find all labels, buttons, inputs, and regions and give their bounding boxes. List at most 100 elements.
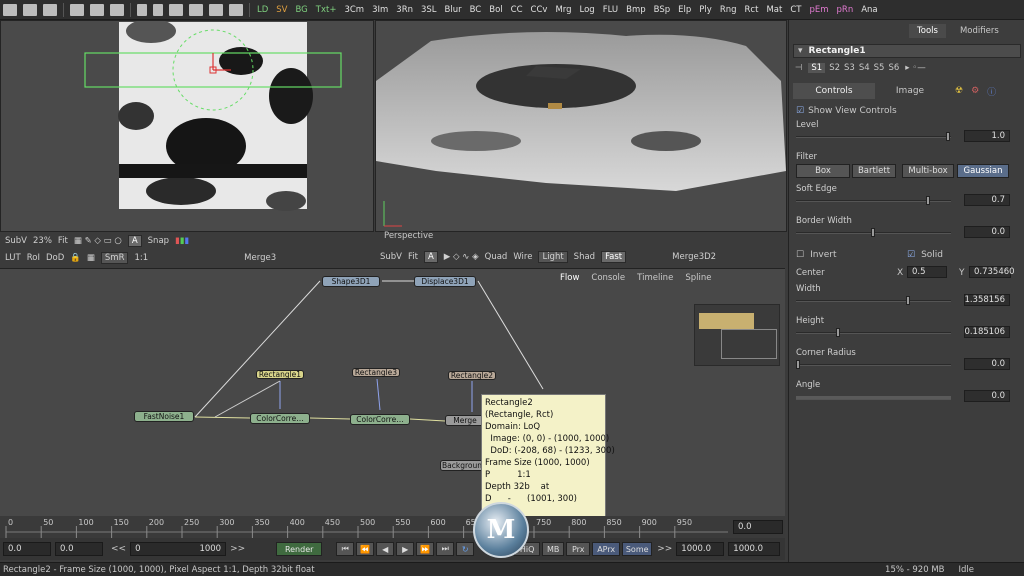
node-displace3d[interactable]: Displace3D1 — [414, 276, 476, 287]
alpha-button[interactable]: A — [127, 235, 142, 247]
slot-s5[interactable]: S5 — [874, 63, 885, 73]
pin-icon[interactable]: ⊣ — [795, 63, 802, 73]
node-merge[interactable]: Merge — [445, 415, 485, 426]
lock-icon[interactable]: 🔒 — [70, 253, 81, 263]
new-icon[interactable] — [3, 3, 17, 16]
time-ruler[interactable]: 0501001502002503003504004505005506006507… — [0, 516, 785, 538]
right-viewer-3d[interactable]: Perspective SubV Fit A ▶ ◇ ∿ ◈ Quad Wire… — [375, 20, 787, 263]
go-end-icon[interactable]: ⏭ — [436, 542, 455, 556]
radiation-icon[interactable]: ☢ — [955, 86, 963, 96]
slider-knob[interactable] — [946, 132, 950, 141]
play-reverse-icon[interactable]: ◀ — [376, 542, 395, 556]
slot-s4[interactable]: S4 — [859, 63, 870, 73]
slot-s2[interactable]: S2 — [829, 63, 840, 73]
light-button[interactable]: Light — [538, 251, 568, 263]
subtab-controls[interactable]: Controls — [793, 83, 875, 99]
version-icon[interactable]: ▸ ◦— — [905, 63, 925, 73]
tools-icon[interactable] — [169, 3, 183, 16]
center-x-value[interactable]: 0.5 — [907, 266, 947, 278]
range-right-arrow[interactable]: >> — [230, 544, 245, 554]
undo-icon[interactable] — [137, 3, 147, 16]
toolbar-button-sv[interactable]: SV — [272, 5, 291, 15]
node-rectangle3[interactable]: Rectangle3 — [352, 368, 400, 377]
tab-modifiers[interactable]: Modifiers — [956, 24, 1003, 38]
toolbar-button-blur[interactable]: Blur — [441, 5, 466, 15]
quad-button[interactable]: Quad — [485, 252, 508, 262]
filter-box-button[interactable]: Box — [796, 164, 850, 178]
soft-edge-value[interactable]: 0.7 — [964, 194, 1010, 206]
toolbar-button-cc[interactable]: CC — [507, 5, 527, 15]
gear-icon[interactable]: ⚙ — [971, 86, 979, 96]
subview-dropdown-3d[interactable]: SubV — [380, 252, 402, 262]
loop-icon[interactable]: ↻ — [456, 542, 475, 556]
color-channels-icon[interactable]: ▮▮▮ — [175, 236, 189, 246]
slider-knob[interactable] — [871, 228, 875, 237]
fit-button[interactable]: Fit — [58, 236, 68, 246]
aprx-button[interactable]: APrx — [592, 542, 621, 556]
width-slider[interactable] — [796, 296, 951, 305]
toolbar-button-bmp[interactable]: Bmp — [622, 5, 650, 15]
global-start-field[interactable]: 0.0 — [3, 542, 51, 556]
filter-gaussian-button[interactable]: Gaussian — [957, 164, 1009, 178]
toolbar-button-rng[interactable]: Rng — [716, 5, 741, 15]
view-icon[interactable] — [229, 3, 243, 16]
height-value[interactable]: 0.185106 — [964, 326, 1010, 338]
width-value[interactable]: 1.358156 — [964, 294, 1010, 306]
toolbar-button-txt[interactable]: Txt+ — [312, 5, 341, 15]
snap-button[interactable]: Snap — [148, 236, 169, 246]
node-background[interactable]: Backgroun — [440, 460, 484, 471]
toolbar-button-3sl[interactable]: 3SL — [417, 5, 441, 15]
some-button[interactable]: Some — [622, 542, 653, 556]
node-rectangle2[interactable]: Rectangle2 — [448, 371, 496, 380]
slider-knob[interactable] — [926, 196, 930, 205]
play-icon[interactable]: ▶ — [396, 542, 415, 556]
range-forward-arrow[interactable]: >> — [657, 544, 672, 554]
show-view-controls-checkbox[interactable]: ☑ Show View Controls — [796, 106, 897, 116]
current-time-field[interactable]: 0.0 — [55, 542, 103, 556]
filter-bartlett-button[interactable]: Bartlett — [852, 164, 896, 178]
step-back-icon[interactable]: ⏪ — [356, 542, 375, 556]
tool-header[interactable]: ▾ Rectangle1 — [793, 44, 1021, 58]
left-viewer[interactable]: SubV 23% Fit ▦ ✎ ◇ ▭ ○ A Snap ▮▮▮ LUT Ro… — [0, 20, 374, 264]
corner-radius-slider[interactable] — [796, 360, 951, 369]
fit-button-3d[interactable]: Fit — [408, 252, 418, 262]
toolbar-button-rct[interactable]: Rct — [741, 5, 763, 15]
toolbar-button-3cm[interactable]: 3Cm — [340, 5, 368, 15]
corner-radius-value[interactable]: 0.0 — [964, 358, 1010, 370]
time-end-field[interactable]: 0.0 — [733, 520, 783, 534]
ratio-button[interactable]: 1:1 — [134, 253, 148, 263]
render-button[interactable]: Render — [276, 542, 323, 556]
collapse-icon[interactable]: ▾ — [798, 46, 803, 56]
level-value[interactable]: 1.0 — [964, 130, 1010, 142]
toolbar-button-prn[interactable]: pRn — [833, 5, 858, 15]
toolbar-button-bc[interactable]: BC — [466, 5, 486, 15]
center-y-value[interactable]: 0.735460 — [969, 266, 1015, 278]
toolbar-button-bol[interactable]: Bol — [485, 5, 506, 15]
roi-button[interactable]: RoI — [27, 253, 40, 263]
toolbar-button-ccv[interactable]: CCv — [527, 5, 552, 15]
toolbar-button-ply[interactable]: Ply — [695, 5, 716, 15]
toolbar-button-bsp[interactable]: BSp — [650, 5, 674, 15]
slot-s1[interactable]: S1 — [808, 63, 826, 73]
grid-icon[interactable] — [209, 3, 223, 16]
toolbar-button-ana[interactable]: Ana — [857, 5, 881, 15]
subview-dropdown[interactable]: SubV — [5, 236, 27, 246]
tab-tools[interactable]: Tools — [909, 24, 946, 38]
toolbar-button-ld[interactable]: LD — [253, 5, 272, 15]
angle-value[interactable]: 0.0 — [964, 390, 1010, 402]
flow-editor[interactable]: Flow Console Timeline Spline Shape3D1 Di… — [0, 268, 785, 516]
brush-icon[interactable]: ▦ ✎ ◇ ▭ ○ — [74, 236, 122, 246]
subtab-image[interactable]: Image — [875, 86, 945, 96]
node-colorcorrector1[interactable]: ColorCorre… — [250, 413, 310, 424]
toolbar-button-mrg[interactable]: Mrg — [551, 5, 575, 15]
soft-edge-slider[interactable] — [796, 196, 951, 205]
node-shape3d[interactable]: Shape3D1 — [322, 276, 380, 287]
shad-button[interactable]: Shad — [574, 252, 595, 262]
toolbar-button-flu[interactable]: FLU — [599, 5, 622, 15]
save-icon[interactable] — [43, 3, 57, 16]
node-rectangle1[interactable]: Rectangle1 — [256, 370, 304, 379]
height-slider[interactable] — [796, 328, 951, 337]
flow-navigator[interactable] — [694, 304, 780, 366]
global-end-field[interactable]: 1000.0 — [728, 542, 781, 556]
toolbar-button-pem[interactable]: pEm — [805, 5, 832, 15]
